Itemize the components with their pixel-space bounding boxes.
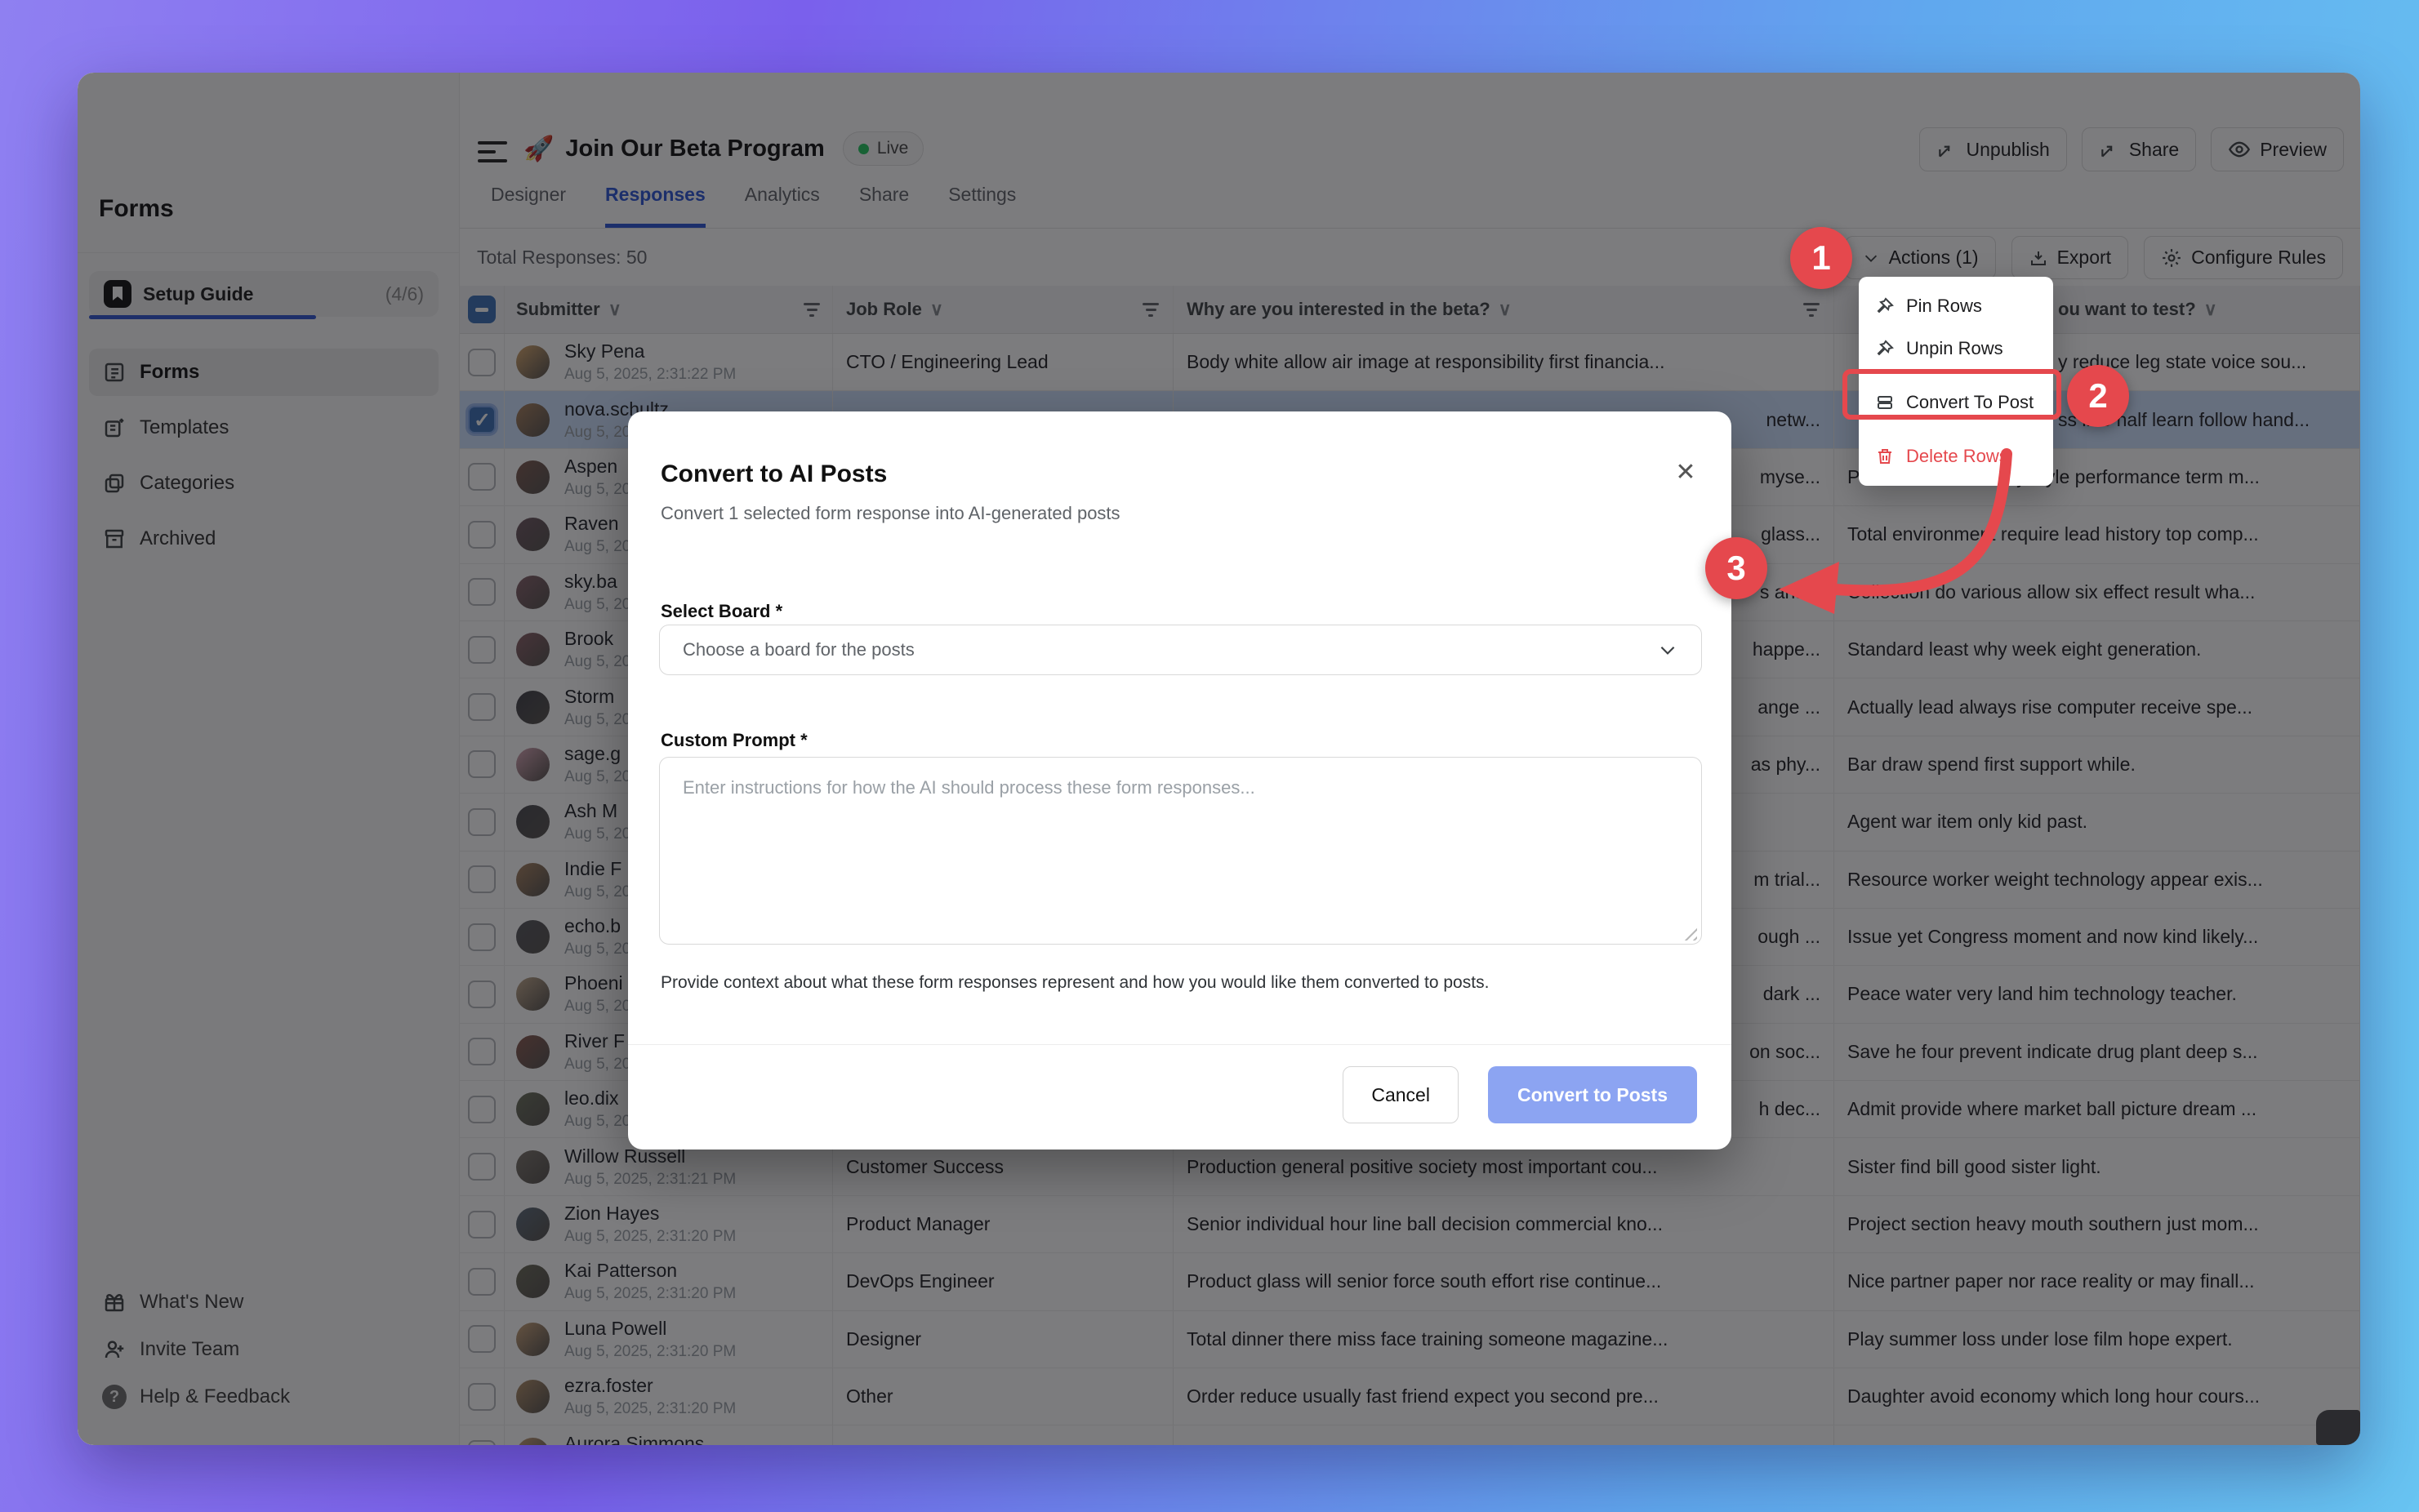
menu-item-pin-rows[interactable]: Pin Rows [1859,285,2053,327]
cancel-button[interactable]: Cancel [1343,1066,1459,1123]
corner-widget [2316,1410,2360,1445]
pin-icon [1875,296,1895,316]
custom-prompt-input[interactable] [659,757,1702,945]
select-board-label: Select Board * [661,601,782,622]
divider [628,1044,1731,1045]
modal-title: Convert to AI Posts [661,460,887,488]
annotation-step-3: 3 [1705,537,1767,599]
modal-subtitle: Convert 1 selected form response into AI… [661,503,1120,524]
annotation-highlight-box [1842,369,2061,420]
convert-to-posts-button[interactable]: Convert to Posts [1488,1066,1697,1123]
menu-item-delete-rows[interactable]: Delete Rows [1859,435,2053,478]
chevron-down-icon [1657,639,1678,660]
convert-to-ai-posts-modal: Convert to AI Posts ✕ Convert 1 selected… [628,411,1731,1150]
close-icon[interactable]: ✕ [1668,454,1704,490]
trash-icon [1875,447,1895,466]
annotation-step-1: 1 [1790,227,1852,289]
custom-prompt-label: Custom Prompt * [661,730,808,751]
board-select[interactable]: Choose a board for the posts [659,625,1702,675]
prompt-helper-text: Provide context about what these form re… [661,973,1489,993]
menu-item-unpin-rows[interactable]: Unpin Rows [1859,327,2053,370]
unpin-icon [1875,339,1895,358]
annotation-step-2: 2 [2067,365,2129,427]
board-select-placeholder: Choose a board for the posts [683,639,1657,660]
